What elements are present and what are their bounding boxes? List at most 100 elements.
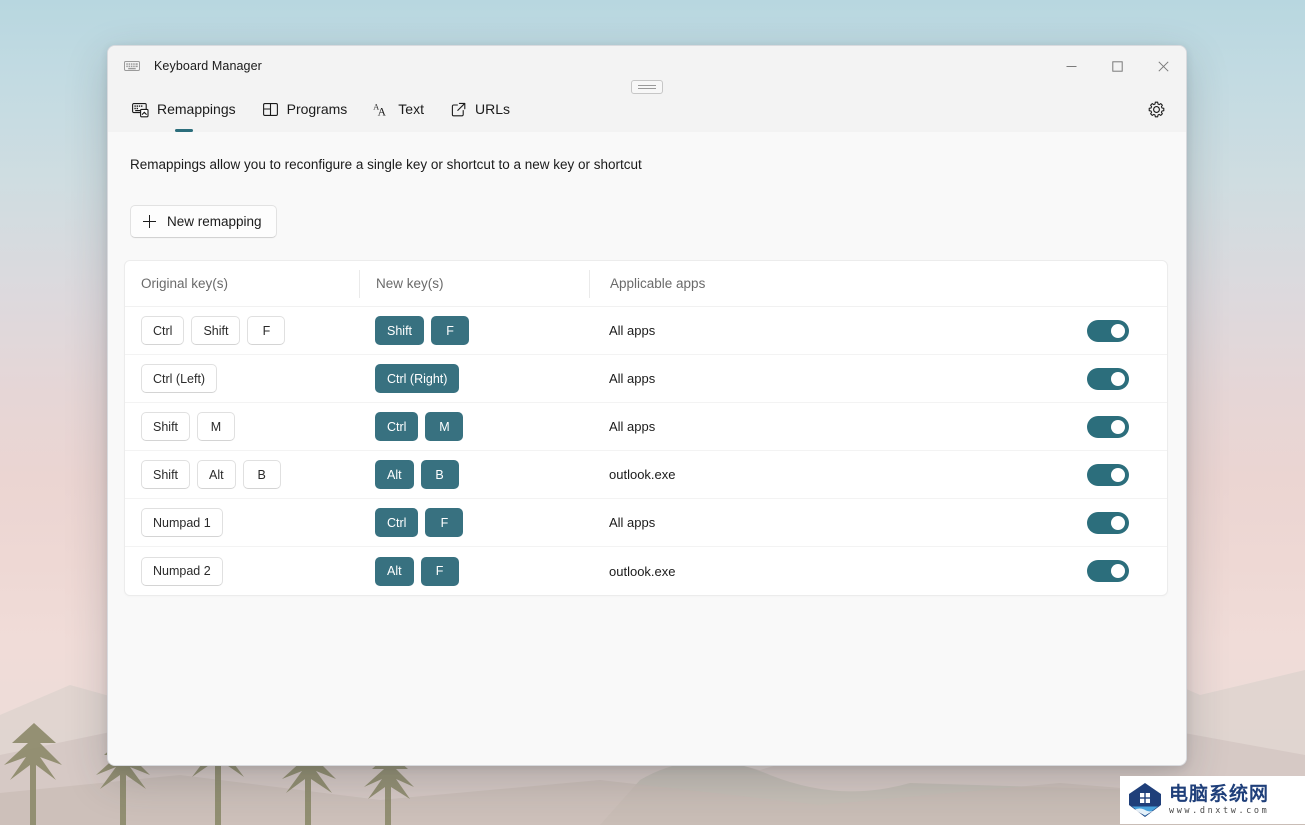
new-key-chip: F	[425, 508, 464, 537]
page-description: Remappings allow you to reconfigure a si…	[130, 157, 642, 172]
font-aa-icon: A A	[373, 101, 390, 118]
new-key-chip: M	[425, 412, 464, 441]
original-key-list: Numpad 2	[141, 556, 359, 586]
table-row[interactable]: Ctrl Shift F Shift F All apps	[125, 307, 1167, 355]
tab-remappings-label: Remappings	[157, 101, 236, 117]
remapping-enabled-toggle[interactable]	[1087, 415, 1129, 438]
new-key-chip: B	[420, 460, 459, 489]
main-content: Remappings allow you to reconfigure a si…	[108, 132, 1186, 765]
house-logo-icon	[1129, 783, 1161, 817]
cell-original-keys: Ctrl (Left)	[141, 364, 359, 393]
cell-enabled-toggle	[1087, 463, 1167, 486]
window-titlebar: Keyboard Manager	[108, 46, 1186, 94]
site-watermark: 电脑系统网 www.dnxtw.com	[1120, 776, 1305, 824]
cell-enabled-toggle	[1087, 415, 1167, 438]
minimize-button[interactable]	[1048, 46, 1094, 86]
table-body: Ctrl Shift F Shift F All apps Ctrl (Left) Ctrl …	[125, 307, 1167, 595]
column-header-new: New key(s)	[359, 269, 589, 298]
original-key-list: Ctrl (Left)	[141, 364, 359, 393]
original-key-list: Shift M	[141, 412, 359, 441]
new-key-list: Alt F	[375, 556, 589, 586]
cell-new-keys: Ctrl (Right)	[359, 364, 589, 393]
table-row[interactable]: Numpad 2 Alt F outlook.exe	[125, 547, 1167, 595]
original-key-list: Ctrl Shift F	[141, 316, 359, 345]
new-remapping-button[interactable]: New remapping	[130, 205, 277, 238]
cell-original-keys: Numpad 2	[141, 556, 359, 586]
tab-programs-label: Programs	[286, 101, 348, 117]
remapping-enabled-toggle[interactable]	[1087, 560, 1129, 582]
tab-text-label: Text	[398, 101, 424, 117]
original-key-chip: Shift	[191, 316, 241, 345]
toggle-knob	[1111, 564, 1125, 578]
tab-urls[interactable]: URLs	[440, 89, 520, 129]
cell-applicable-apps: All apps	[609, 419, 656, 434]
remapping-enabled-toggle[interactable]	[1087, 367, 1129, 390]
table-row[interactable]: Shift Alt B Alt Boutlook.exe	[125, 451, 1167, 499]
gear-icon[interactable]	[1140, 93, 1172, 125]
new-key-list: Ctrl F	[375, 508, 589, 537]
desktop-wallpaper: Keyboard Manager Remappings Programs A A…	[0, 0, 1305, 825]
remapping-enabled-toggle[interactable]	[1087, 511, 1129, 534]
original-key-chip: M	[197, 412, 236, 441]
cell-enabled-toggle	[1087, 560, 1167, 582]
toggle-knob	[1111, 515, 1125, 530]
plus-icon	[143, 215, 156, 228]
new-key-chip: Shift	[375, 316, 425, 345]
window-title: Keyboard Manager	[154, 59, 262, 73]
toggle-knob	[1111, 323, 1125, 338]
cell-original-keys: Numpad 1	[141, 508, 359, 537]
new-remapping-label: New remapping	[167, 214, 262, 229]
new-key-list: Ctrl M	[375, 412, 589, 441]
cell-original-keys: Ctrl Shift F	[141, 316, 359, 345]
table-row[interactable]: Numpad 1 Ctrl F All apps	[125, 499, 1167, 547]
new-key-chip: Ctrl	[375, 412, 419, 441]
column-header-original: Original key(s)	[141, 276, 229, 291]
tab-urls-label: URLs	[474, 101, 510, 117]
original-key-chip: F	[247, 316, 286, 345]
remapping-enabled-toggle[interactable]	[1087, 463, 1129, 486]
new-key-chip: Alt	[375, 460, 414, 489]
tab-remappings[interactable]: Remappings	[122, 89, 246, 129]
original-key-chip: Alt	[197, 460, 236, 489]
original-key-chip: Ctrl (Left)	[141, 364, 218, 393]
cell-applicable-apps: outlook.exe	[609, 467, 676, 482]
cell-applicable-apps: All apps	[609, 323, 656, 338]
cell-new-keys: Ctrl F	[359, 508, 589, 537]
original-key-chip: Shift	[141, 412, 191, 441]
keyboard-manager-window: Keyboard Manager Remappings Programs A A…	[107, 45, 1187, 766]
svg-text:A: A	[378, 106, 387, 118]
original-key-chip: Numpad 2	[141, 556, 223, 586]
new-key-chip: F	[431, 316, 470, 345]
original-key-chip: B	[242, 460, 281, 489]
cell-enabled-toggle	[1087, 319, 1167, 342]
keyboard-remap-icon	[132, 101, 149, 118]
original-key-list: Shift Alt B	[141, 460, 359, 489]
close-button[interactable]	[1140, 46, 1186, 86]
new-key-chip: Ctrl	[375, 508, 419, 537]
window-snap-handle[interactable]	[631, 80, 663, 94]
toggle-knob	[1111, 419, 1125, 434]
cell-new-keys: Alt B	[359, 460, 589, 489]
table-row[interactable]: Shift M Ctrl M All apps	[125, 403, 1167, 451]
toggle-knob	[1111, 371, 1125, 386]
watermark-url: www.dnxtw.com	[1169, 805, 1270, 816]
watermark-text: 电脑系统网 www.dnxtw.com	[1169, 782, 1270, 817]
remapping-enabled-toggle[interactable]	[1087, 319, 1129, 342]
maximize-button[interactable]	[1094, 46, 1140, 86]
table-row[interactable]: Ctrl (Left) Ctrl (Right) All apps	[125, 355, 1167, 403]
cell-applicable-apps: All apps	[609, 371, 656, 386]
new-key-list: Ctrl (Right)	[375, 364, 589, 393]
window-controls	[1048, 46, 1186, 86]
cell-original-keys: Shift M	[141, 412, 359, 441]
watermark-name: 电脑系统网	[1169, 782, 1270, 805]
toggle-knob	[1111, 467, 1125, 482]
tab-programs[interactable]: Programs	[252, 89, 358, 129]
tab-text[interactable]: A A Text	[363, 89, 434, 129]
original-key-chip: Ctrl	[141, 316, 185, 345]
original-key-chip: Numpad 1	[141, 508, 223, 537]
cell-applicable-apps: outlook.exe	[609, 563, 676, 579]
cell-new-keys: Shift F	[359, 316, 589, 345]
cell-new-keys: Alt F	[359, 556, 589, 586]
external-link-icon	[450, 101, 467, 118]
new-key-list: Alt B	[375, 460, 589, 489]
